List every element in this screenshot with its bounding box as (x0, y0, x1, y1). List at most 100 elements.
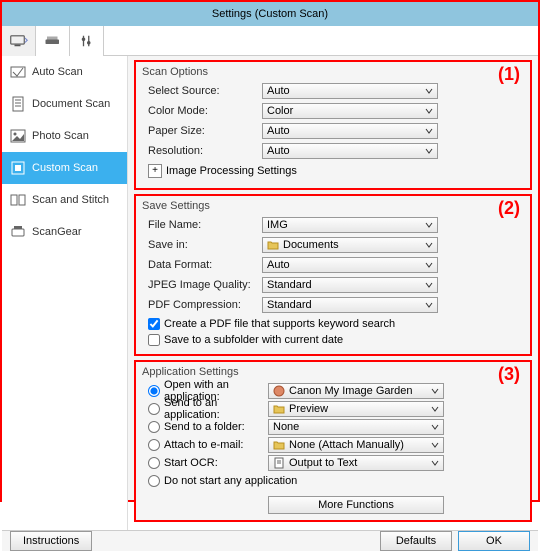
sidebar-item-scan-and-stitch[interactable]: Scan and Stitch (2, 184, 127, 216)
start-ocr-label: Start OCR: (164, 457, 218, 469)
annotation-3: (3) (498, 364, 520, 385)
resolution-combo[interactable]: Auto (262, 143, 438, 159)
file-name-combo[interactable]: IMG (262, 217, 438, 233)
open-with-app-combo[interactable]: Canon My Image Garden (268, 383, 444, 399)
chevron-down-icon (429, 421, 441, 433)
folder-icon (273, 439, 285, 451)
sidebar-item-custom-scan[interactable]: Custom Scan (2, 152, 127, 184)
paper-size-combo[interactable]: Auto (262, 123, 438, 139)
sidebar-item-label: Auto Scan (32, 66, 83, 78)
sidebar-item-label: Scan and Stitch (32, 194, 109, 206)
pdf-keyword-checkbox[interactable] (148, 318, 160, 330)
tab-scan-from-computer[interactable] (2, 26, 36, 56)
image-processing-label: Image Processing Settings (166, 165, 297, 177)
paper-size-label: Paper Size: (142, 125, 262, 137)
chevron-down-icon (423, 299, 435, 311)
sidebar-item-photo-scan[interactable]: Photo Scan (2, 120, 127, 152)
radio-send-to-folder[interactable] (148, 421, 160, 433)
sidebar: Auto Scan Document Scan Photo Scan Custo… (2, 56, 128, 530)
radio-attach-email[interactable] (148, 439, 160, 451)
group-scan-options: (1) Scan Options Select Source: Auto Col… (134, 60, 532, 190)
instructions-button[interactable]: Instructions (10, 531, 92, 551)
sidebar-item-document-scan[interactable]: Document Scan (2, 88, 127, 120)
main-panel: (1) Scan Options Select Source: Auto Col… (128, 56, 538, 530)
group-title: Scan Options (142, 66, 524, 78)
annotation-2: (2) (498, 198, 520, 219)
ok-button[interactable]: OK (458, 531, 530, 551)
do-not-start-label: Do not start any application (164, 475, 297, 487)
tab-scan-from-panel[interactable] (36, 26, 70, 56)
sidebar-item-auto-scan[interactable]: Auto Scan (2, 56, 127, 88)
pdf-compression-combo[interactable]: Standard (262, 297, 438, 313)
folder-icon (273, 403, 285, 415)
save-in-label: Save in: (142, 239, 262, 251)
group-title: Save Settings (142, 200, 524, 212)
save-in-combo[interactable]: Documents (262, 237, 438, 253)
radio-open-with-app[interactable] (148, 385, 160, 397)
chevron-down-icon (423, 125, 435, 137)
bottom-bar: Instructions Defaults OK (2, 530, 538, 551)
stitch-icon (10, 192, 26, 208)
send-to-folder-label: Send to a folder: (164, 421, 245, 433)
jpeg-quality-label: JPEG Image Quality: (142, 279, 262, 291)
attach-email-combo[interactable]: None (Attach Manually) (268, 437, 444, 453)
jpeg-quality-combo[interactable]: Standard (262, 277, 438, 293)
sidebar-item-label: Custom Scan (32, 162, 98, 174)
chevron-down-icon (429, 385, 441, 397)
photo-icon (10, 128, 26, 144)
radio-do-not-start[interactable] (148, 475, 160, 487)
sidebar-item-label: Photo Scan (32, 130, 89, 142)
auto-scan-icon (10, 64, 26, 80)
chevron-down-icon (423, 279, 435, 291)
annotation-1: (1) (498, 64, 520, 85)
defaults-button[interactable]: Defaults (380, 531, 452, 551)
file-name-label: File Name: (142, 219, 262, 231)
chevron-down-icon (423, 145, 435, 157)
window-titlebar: Settings (Custom Scan) (2, 2, 538, 26)
sliders-icon (78, 34, 96, 48)
subfolder-checkbox[interactable] (148, 334, 160, 346)
window-title: Settings (Custom Scan) (212, 8, 328, 20)
chevron-down-icon (423, 259, 435, 271)
send-to-app-combo[interactable]: Preview (268, 401, 444, 417)
document-icon (10, 96, 26, 112)
more-functions-button[interactable]: More Functions (268, 496, 444, 514)
chevron-down-icon (429, 457, 441, 469)
chevron-down-icon (429, 403, 441, 415)
color-mode-label: Color Mode: (142, 105, 262, 117)
data-format-combo[interactable]: Auto (262, 257, 438, 273)
tab-general-settings[interactable] (70, 26, 104, 56)
app-icon (273, 385, 285, 397)
sidebar-item-scangear[interactable]: ScanGear (2, 216, 127, 248)
data-format-label: Data Format: (142, 259, 262, 271)
send-to-app-label: Send to an application: (164, 397, 268, 421)
expand-image-processing[interactable]: + (148, 164, 162, 178)
radio-start-ocr[interactable] (148, 457, 160, 469)
group-save-settings: (2) Save Settings File Name: IMG Save in… (134, 194, 532, 356)
top-tabbar (2, 26, 538, 56)
monitor-icon (10, 34, 28, 48)
scangear-icon (10, 224, 26, 240)
chevron-down-icon (423, 105, 435, 117)
folder-icon (267, 239, 279, 251)
resolution-label: Resolution: (142, 145, 262, 157)
subfolder-label: Save to a subfolder with current date (164, 334, 343, 346)
text-icon (273, 457, 285, 469)
chevron-down-icon (429, 439, 441, 451)
select-source-label: Select Source: (142, 85, 262, 97)
custom-scan-icon (10, 160, 26, 176)
attach-email-label: Attach to e-mail: (164, 439, 243, 451)
send-to-folder-combo[interactable]: None (268, 419, 444, 435)
sidebar-item-label: ScanGear (32, 226, 82, 238)
pdf-keyword-label: Create a PDF file that supports keyword … (164, 318, 395, 330)
group-application-settings: (3) Application Settings Open with an ap… (134, 360, 532, 522)
start-ocr-combo[interactable]: Output to Text (268, 455, 444, 471)
chevron-down-icon (423, 239, 435, 251)
pdf-compression-label: PDF Compression: (142, 299, 262, 311)
chevron-down-icon (423, 219, 435, 231)
select-source-combo[interactable]: Auto (262, 83, 438, 99)
radio-send-to-app[interactable] (148, 403, 160, 415)
sidebar-item-label: Document Scan (32, 98, 110, 110)
color-mode-combo[interactable]: Color (262, 103, 438, 119)
scanner-icon (44, 34, 62, 48)
